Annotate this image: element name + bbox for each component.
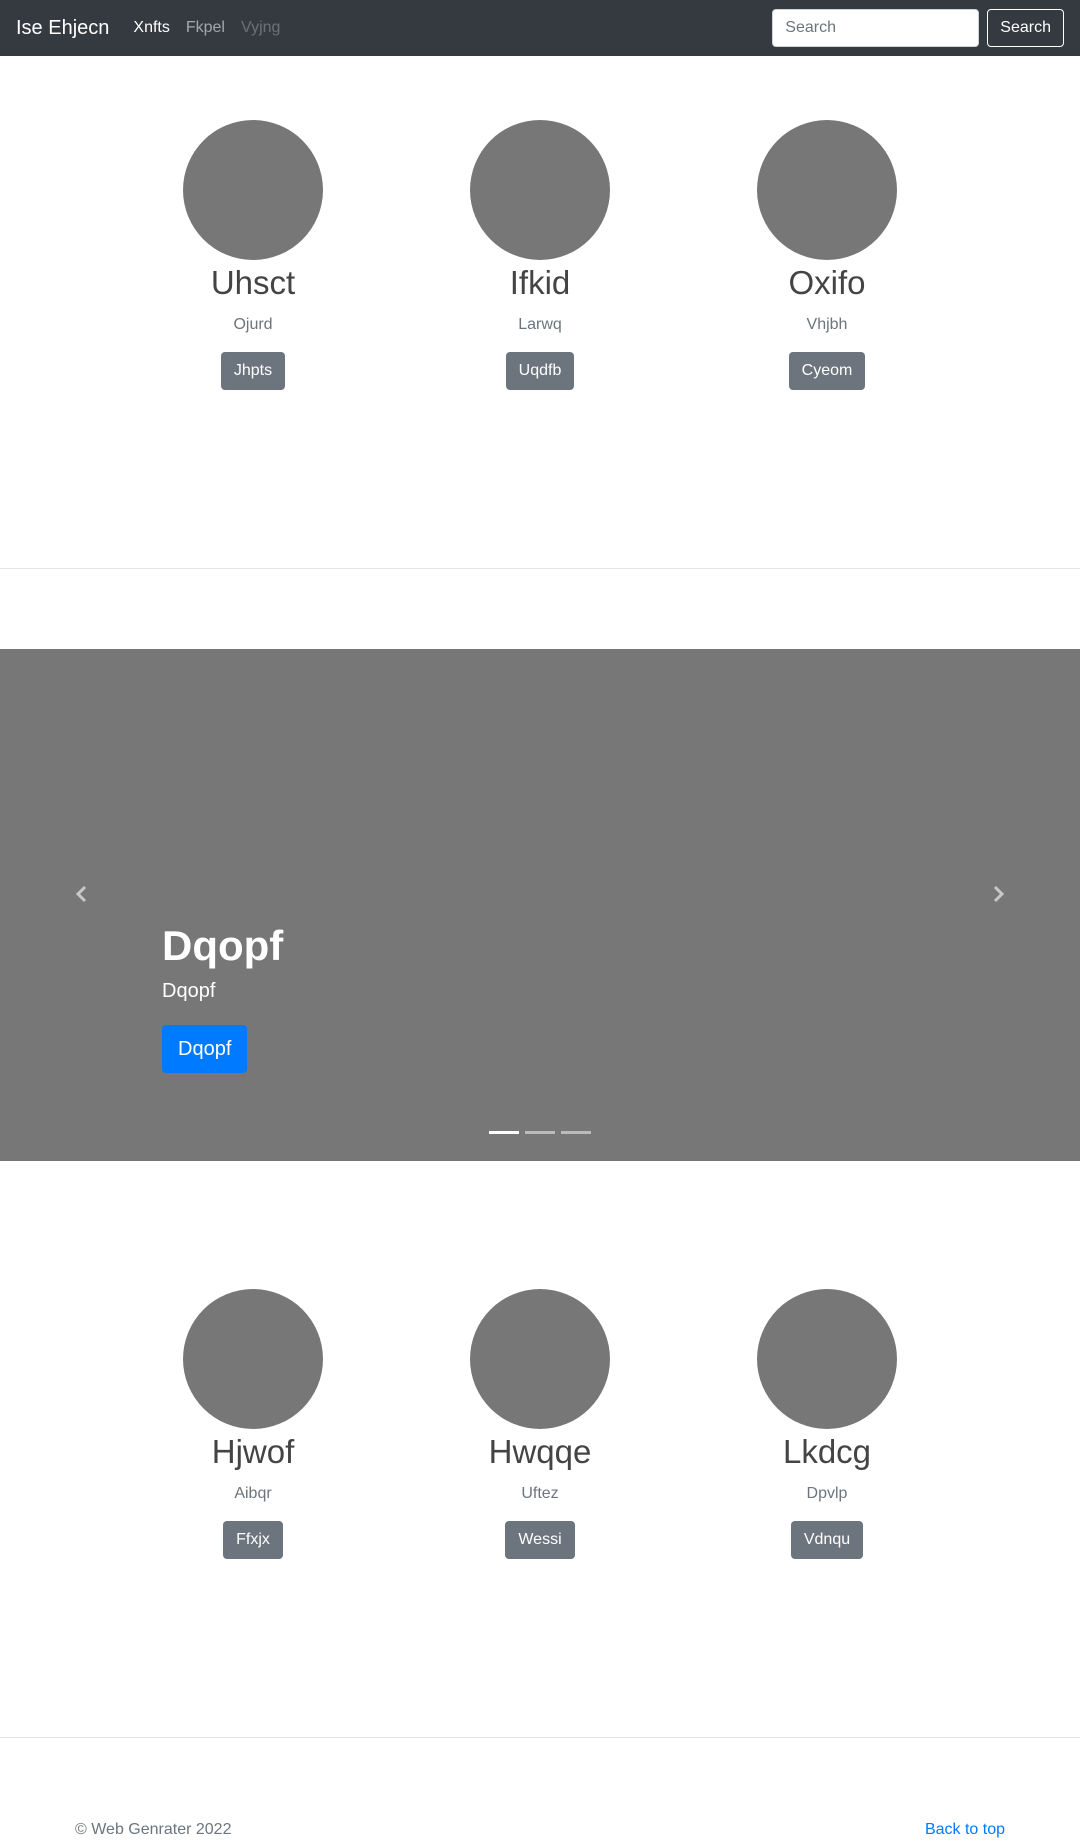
profile-button[interactable]: Cyeom: [788, 352, 866, 390]
profile-name: Uhsct: [210, 264, 296, 301]
footer-copyright: © Web Genrater 2022: [75, 1821, 232, 1838]
profile-name: Oxifo: [788, 264, 866, 301]
avatar-placeholder: [183, 1289, 323, 1429]
nav-link-fkpel[interactable]: Fkpel: [186, 19, 225, 37]
back-to-top-link[interactable]: Back to top: [925, 1821, 1005, 1839]
avatar-placeholder: [757, 1289, 897, 1429]
section-divider: [0, 1737, 1080, 1738]
profile-button[interactable]: Wessi: [505, 1521, 575, 1559]
chevron-right-icon[interactable]: [988, 884, 1008, 904]
profile-button[interactable]: Vdnqu: [790, 1521, 864, 1559]
profile-subtitle: Dpvlp: [806, 1485, 848, 1502]
profile-subtitle: Aibqr: [234, 1485, 272, 1502]
profile-subtitle: Ojurd: [233, 316, 273, 333]
navbar-brand[interactable]: Ise Ehjecn: [16, 17, 109, 40]
profile-card: Uhsct Ojurd Jhpts: [113, 120, 393, 390]
chevron-left-icon[interactable]: [72, 884, 92, 904]
profile-subtitle: Larwq: [518, 316, 562, 333]
nav-link-xnfts[interactable]: Xnfts: [133, 19, 169, 37]
search-button[interactable]: Search: [987, 9, 1064, 47]
top-navbar: Ise Ehjecn Xnfts Fkpel Vyjng Search: [0, 0, 1080, 56]
profile-name: Hjwof: [211, 1433, 295, 1470]
profile-card: Lkdcg Dpvlp Vdnqu: [687, 1289, 967, 1559]
avatar-placeholder: [470, 1289, 610, 1429]
carousel: Dqopf Dqopf Dqopf: [0, 649, 1080, 1161]
carousel-indicator-3[interactable]: [561, 1131, 591, 1134]
profile-name: Ifkid: [509, 264, 571, 301]
carousel-indicators: [0, 1131, 1080, 1134]
profile-subtitle: Uftez: [521, 1485, 559, 1502]
profile-button[interactable]: Uqdfb: [505, 352, 575, 390]
profile-name: Hwqqe: [488, 1433, 592, 1470]
carousel-indicator-1[interactable]: [489, 1131, 519, 1134]
carousel-heading: Dqopf: [162, 922, 284, 969]
carousel-subtitle: Dqopf: [162, 980, 216, 1002]
avatar-placeholder: [757, 120, 897, 260]
carousel-cta-button[interactable]: Dqopf: [162, 1025, 248, 1073]
avatar-placeholder: [183, 120, 323, 260]
section-divider: [0, 568, 1080, 569]
profile-name: Lkdcg: [782, 1433, 872, 1470]
search-input[interactable]: [772, 9, 980, 47]
nav-link-vyjng: Vyjng: [240, 19, 281, 36]
profile-button[interactable]: Jhpts: [220, 352, 286, 390]
avatar-placeholder: [470, 120, 610, 260]
carousel-indicator-2[interactable]: [525, 1131, 555, 1134]
profile-card: Hwqqe Uftez Wessi: [400, 1289, 680, 1559]
profile-subtitle: Vhjbh: [806, 316, 848, 333]
profile-card: Ifkid Larwq Uqdfb: [400, 120, 680, 390]
profile-button[interactable]: Ffxjx: [223, 1521, 283, 1559]
search-form: Search: [772, 9, 1064, 47]
profile-card: Hjwof Aibqr Ffxjx: [113, 1289, 393, 1559]
profile-card: Oxifo Vhjbh Cyeom: [687, 120, 967, 390]
